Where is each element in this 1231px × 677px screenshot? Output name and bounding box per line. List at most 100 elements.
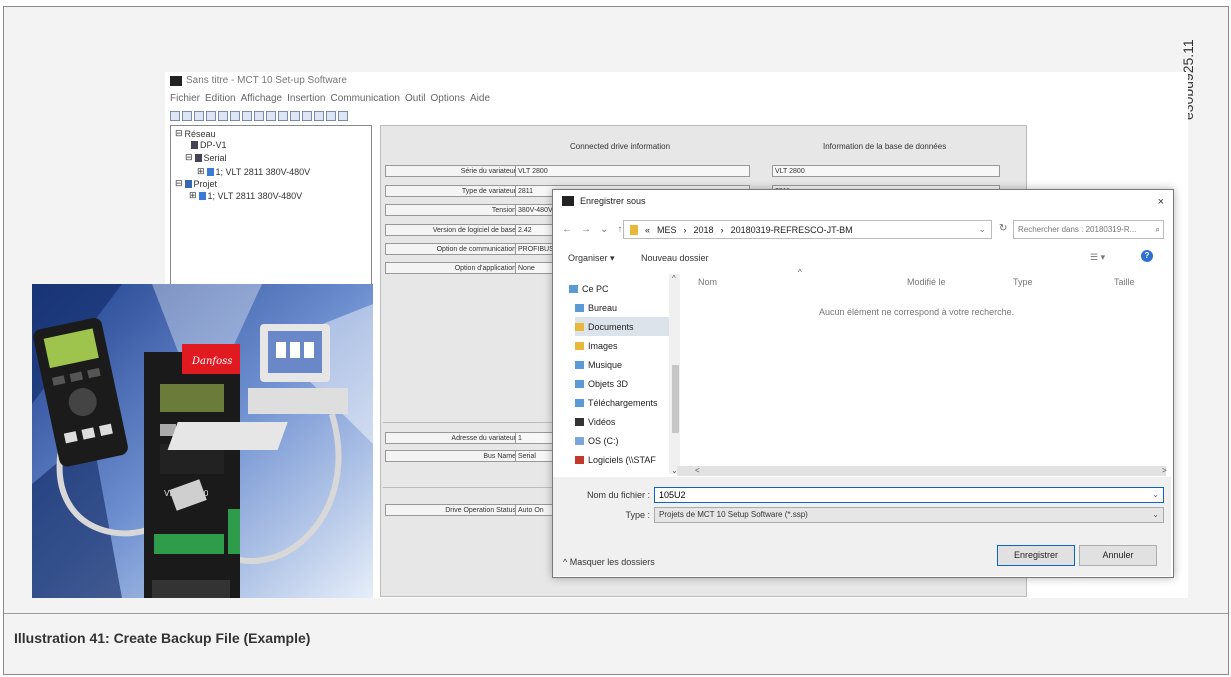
nav-item-bureau[interactable]: Bureau: [575, 298, 675, 317]
organize-button[interactable]: Organiser ▾: [568, 253, 615, 264]
back-arrow-icon[interactable]: ←: [562, 224, 572, 235]
field-label: Série du variateur: [385, 165, 520, 177]
filename-value: 105U2: [659, 490, 686, 500]
column-header-type[interactable]: Type: [1013, 277, 1033, 287]
search-placeholder: Rechercher dans : 20180319-R...: [1018, 225, 1137, 234]
drive-icon: [206, 167, 214, 176]
print-icon[interactable]: [242, 110, 252, 121]
chevron-down-icon[interactable]: ⌄: [1152, 508, 1159, 522]
new-icon[interactable]: [170, 110, 180, 121]
breadcrumb-item[interactable]: 2018: [694, 225, 714, 235]
nav-item-os-c[interactable]: OS (C:): [575, 431, 675, 450]
copy-icon[interactable]: [218, 110, 228, 121]
app-logo-icon: [170, 75, 182, 86]
search-input[interactable]: Rechercher dans : 20180319-R... ⌕: [1013, 220, 1164, 239]
tree-icon[interactable]: [254, 110, 264, 121]
expand-icon[interactable]: ⊞: [197, 166, 205, 177]
tree-serial[interactable]: ⊟ Serial: [185, 152, 227, 163]
filetype-select[interactable]: Projets de MCT 10 Setup Software (*.ssp)…: [654, 507, 1164, 523]
open-icon[interactable]: [182, 110, 192, 121]
breadcrumb-item[interactable]: MES: [657, 225, 677, 235]
new-folder-button[interactable]: Nouveau dossier: [641, 253, 709, 263]
up-arrow-icon[interactable]: ↑: [617, 224, 622, 235]
tree-network[interactable]: ⊟ Réseau: [175, 128, 216, 139]
nav-item-ce-pc[interactable]: Ce PC: [569, 279, 669, 298]
field-value[interactable]: VLT 2800: [515, 165, 750, 177]
write-icon[interactable]: [338, 110, 348, 121]
filename-input[interactable]: 105U2 ⌄: [654, 487, 1164, 503]
read-icon[interactable]: [326, 110, 336, 121]
column-header-name[interactable]: Nom: [698, 277, 717, 287]
save-button[interactable]: Enregistrer: [997, 545, 1075, 566]
forward-arrow-icon[interactable]: →: [581, 224, 591, 235]
menu-insertion[interactable]: Insertion: [287, 93, 325, 104]
column-header-size[interactable]: Taille: [1114, 277, 1135, 287]
empty-message: Aucun élément ne correspond à votre rech…: [819, 307, 1015, 317]
dialog-title-bar: Enregistrer sous: [562, 196, 646, 206]
view-options-icon[interactable]: ☰ ▾: [1090, 252, 1105, 263]
scroll-left-icon[interactable]: <: [695, 466, 700, 475]
connected-header: Connected drive information: [570, 142, 671, 151]
nav-item-logiciels[interactable]: Logiciels (\\STAF: [575, 450, 675, 469]
paste-icon[interactable]: [230, 110, 240, 121]
project-icon: [184, 179, 192, 188]
breadcrumb-more[interactable]: «: [645, 225, 650, 235]
column-header-modified[interactable]: Modifié le: [907, 277, 946, 287]
tree-project-drive[interactable]: ⊞ 1; VLT 2811 380V-480V: [189, 190, 302, 201]
bus-icon: [194, 153, 202, 162]
nav-item-objets-3d[interactable]: Objets 3D: [575, 374, 675, 393]
cut-icon[interactable]: [206, 110, 216, 121]
scroll-up-icon[interactable]: ^: [672, 274, 676, 283]
tree-serial-drive[interactable]: ⊞ 1; VLT 2811 380V-480V: [197, 166, 310, 177]
pictures-icon: [575, 341, 584, 350]
dialog-title: Enregistrer sous: [580, 196, 646, 206]
menu-communication[interactable]: Communication: [330, 93, 399, 104]
help-icon[interactable]: [302, 110, 312, 121]
refresh-icon[interactable]: ↻: [999, 223, 1007, 234]
search-icon[interactable]: ⌕: [1156, 221, 1160, 238]
expand-icon[interactable]: ⊞: [189, 190, 197, 201]
collapse-icon[interactable]: ⊟: [185, 152, 193, 163]
cancel-button[interactable]: Annuler: [1079, 545, 1157, 566]
collapse-icon[interactable]: ⊟: [175, 178, 183, 189]
collapse-icon[interactable]: ⊟: [175, 128, 183, 139]
horizontal-scrollbar[interactable]: [677, 466, 1166, 476]
list-icon[interactable]: [266, 110, 276, 121]
db-value[interactable]: VLT 2800: [772, 165, 1000, 177]
nav-item-images[interactable]: Images: [575, 336, 675, 355]
menu-edition[interactable]: Edition: [205, 93, 236, 104]
details-icon[interactable]: [278, 110, 288, 121]
nav-item-label: Bureau: [588, 302, 618, 313]
tree-project[interactable]: ⊟ Projet: [175, 178, 217, 189]
help-icon[interactable]: ?: [1141, 250, 1153, 262]
chevron-down-icon[interactable]: ⌄: [978, 224, 986, 235]
close-icon[interactable]: ×: [1158, 196, 1164, 208]
menu-outil[interactable]: Outil: [405, 93, 426, 104]
menu-options[interactable]: Options: [431, 93, 465, 104]
computer-icon: [569, 284, 578, 293]
field-label: Type de variateur: [385, 185, 520, 197]
chevron-down-icon[interactable]: ⌄: [1152, 488, 1159, 502]
chevron-down-icon[interactable]: ⌄: [600, 224, 608, 235]
nav-item-label: Vidéos: [588, 416, 616, 427]
tree-dpv1[interactable]: DP-V1: [191, 140, 227, 150]
nav-item-documents[interactable]: Documents: [575, 317, 675, 336]
nav-scrollbar-thumb[interactable]: [672, 365, 679, 433]
hide-folders-label: Masquer les dossiers: [569, 557, 655, 567]
product-photo: Danfoss VLT® 2800: [32, 284, 373, 598]
connect-icon[interactable]: [290, 110, 300, 121]
network-drive-icon: [575, 455, 584, 464]
save-icon[interactable]: [194, 110, 204, 121]
nav-item-videos[interactable]: Vidéos: [575, 412, 675, 431]
address-bar[interactable]: « MES › 2018 › 20180319-REFRESCO-JT-BM ⌄: [623, 220, 992, 239]
menu-affichage[interactable]: Affichage: [241, 93, 283, 104]
hide-folders-toggle[interactable]: ^ Masquer les dossiers: [563, 557, 655, 567]
menu-aide[interactable]: Aide: [470, 93, 490, 104]
nav-item-telechargements[interactable]: Téléchargements: [575, 393, 675, 412]
scroll-right-icon[interactable]: >: [1162, 466, 1167, 475]
stop-icon[interactable]: [314, 110, 324, 121]
menu-fichier[interactable]: Fichier: [170, 93, 200, 104]
breadcrumb-item[interactable]: 20180319-REFRESCO-JT-BM: [731, 225, 853, 235]
nav-item-label: Images: [588, 340, 618, 351]
nav-item-musique[interactable]: Musique: [575, 355, 675, 374]
